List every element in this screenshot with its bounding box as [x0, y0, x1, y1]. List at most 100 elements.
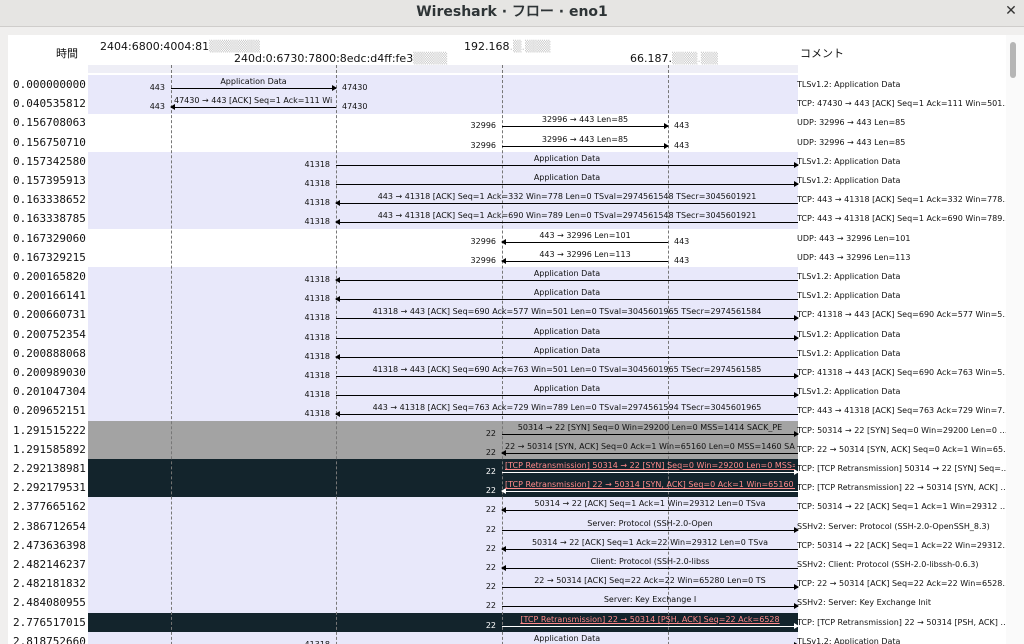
host-address: 192.168 — [464, 40, 510, 53]
flow-arrow[interactable] — [335, 411, 798, 418]
node-line — [171, 65, 173, 644]
destination-port: 41318 — [304, 217, 330, 227]
arrow-label: Client: Protocol (SSH-2.0-libss — [590, 557, 710, 566]
flow-arrow[interactable] — [171, 85, 337, 91]
destination-port: 41318 — [304, 409, 330, 419]
destination-port: 22 — [485, 543, 496, 553]
host-address: 66.187. — [630, 52, 672, 65]
arrow-label: [TCP Retransmission] 22 → 50314 [SYN, AC… — [505, 480, 795, 490]
flow-arrow[interactable] — [501, 565, 798, 571]
flow-arrow[interactable] — [336, 315, 799, 322]
arrow-label: 443 → 41318 [ACK] Seq=1 Ack=690 Win=789 … — [377, 211, 757, 221]
flow-arrow[interactable] — [501, 449, 798, 456]
arrow-label: 443 → 41318 [ACK] Seq=763 Ack=729 Win=78… — [372, 403, 762, 413]
time-cell: 0.157342580 — [13, 154, 86, 168]
flow-arrow[interactable] — [335, 219, 798, 226]
source-port: 32996 — [470, 121, 496, 131]
comment-cell: TCP: 443 → 41318 [ACK] Seq=1 Ack=690 Win… — [797, 214, 1006, 224]
destination-port: 41318 — [304, 198, 330, 208]
comment-cell: TCP: 443 → 41318 [ACK] Seq=763 Ack=729 W… — [797, 406, 1006, 416]
flow-arrow[interactable] — [502, 526, 799, 533]
source-port: 41318 — [304, 390, 330, 400]
comment-cell: TLSv1.2: Application Data — [797, 176, 901, 185]
time-cell: 0.200660731 — [13, 308, 86, 322]
destination-port: 22 — [485, 447, 496, 457]
flow-arrow[interactable] — [170, 104, 336, 111]
flow-arrow[interactable] — [502, 622, 799, 629]
arrow-label: 47430 → 443 [ACK] Seq=1 Ack=111 Win… — [174, 96, 333, 106]
flow-arrow[interactable] — [335, 277, 798, 283]
flow-arrow[interactable] — [502, 469, 799, 475]
flow-arrow[interactable] — [502, 584, 799, 591]
comment-cell: TCP: 50314 → 22 [SYN] Seq=0 Win=29200 Le… — [797, 425, 1006, 435]
comment-cell: TLSv1.2: Application Data — [797, 636, 901, 644]
time-cell: 2.482181832 — [13, 577, 86, 591]
flow-arrow[interactable] — [336, 334, 799, 341]
flow-arrow[interactable] — [336, 392, 799, 399]
comment-cell: TCP: [TCP Retransmission] 22 → 50314 [PS… — [797, 617, 1006, 627]
comment-column-header: コメント — [800, 47, 844, 60]
time-cell: 2.386712654 — [13, 519, 86, 533]
flow-graph[interactable]: 時間 2404:6800:4004:81▒▒▒▒▒▒ 240d:0:6730:780… — [8, 35, 1006, 644]
comment-cell: TCP: 47430 → 443 [ACK] Seq=1 Ack=111 Win… — [797, 99, 1006, 109]
flow-arrow[interactable] — [336, 373, 799, 379]
window-title: Wireshark · フロー · eno1 — [416, 4, 608, 20]
time-cell: 2.377665162 — [13, 500, 86, 514]
row-band — [88, 113, 798, 133]
flow-arrow[interactable] — [501, 238, 668, 245]
source-port: 41318 — [304, 371, 330, 380]
flow-arrow[interactable] — [502, 603, 799, 610]
source-port: 41318 — [304, 159, 330, 169]
comment-cell: UDP: 443 → 32996 Len=113 — [797, 252, 911, 262]
arrow-label: Application Data — [533, 288, 601, 298]
arrow-label: Application Data — [533, 384, 601, 394]
flow-arrow[interactable] — [335, 296, 798, 303]
host-header: 240d:0:6730:7800:8edc:d4ff:fe3▒▒▒▒ — [234, 52, 447, 65]
arrow-label: Application Data — [533, 345, 601, 355]
scrollbar-thumb[interactable] — [1010, 42, 1016, 78]
flow-arrow[interactable] — [336, 161, 799, 168]
destination-port: 41318 — [304, 275, 330, 284]
flow-arrow[interactable] — [501, 507, 798, 514]
graph-top-strip — [88, 65, 798, 73]
destination-port: 22 — [485, 505, 496, 515]
flow-arrow[interactable] — [335, 200, 798, 207]
arrow-label: 443 → 32996 Len=101 — [539, 230, 631, 240]
source-port: 443 — [674, 255, 690, 265]
title-bar: Wireshark · フロー · eno1 ✕ — [0, 0, 1024, 27]
flow-arrow[interactable] — [501, 545, 798, 552]
arrow-label: 50314 → 22 [SYN] Seq=0 Win=29200 Len=0 M… — [517, 422, 783, 432]
comment-cell: TCP: 22 → 50314 [SYN, ACK] Seq=0 Ack=1 W… — [797, 444, 1006, 454]
flow-arrow[interactable] — [501, 257, 668, 264]
time-cell: 0.200165820 — [13, 270, 86, 283]
destination-port: 41318 — [304, 294, 330, 304]
flow-arrow[interactable] — [336, 181, 799, 187]
time-cell: 0.157395913 — [13, 174, 86, 187]
flow-arrow[interactable] — [335, 353, 798, 360]
comment-cell: SSHv2: Server: Protocol (SSH-2.0-OpenSSH… — [797, 521, 990, 531]
destination-port: 443 — [674, 121, 690, 131]
vertical-scrollbar[interactable] — [1006, 35, 1024, 644]
flow-arrow[interactable] — [501, 488, 798, 495]
arrow-label: 50314 → 22 [ACK] Seq=1 Ack=1 Win=29312 L… — [534, 499, 766, 509]
flow-arrow[interactable] — [502, 123, 669, 130]
arrow-label: Application Data — [533, 173, 601, 182]
flow-arrow[interactable] — [502, 142, 669, 149]
time-cell: 0.200888068 — [13, 346, 86, 360]
close-button[interactable]: ✕ — [998, 0, 1024, 22]
source-port: 443 — [674, 236, 690, 246]
time-cell: 0.040535812 — [13, 97, 86, 111]
destination-port: 443 — [149, 102, 165, 112]
destination-port: 41318 — [304, 351, 330, 361]
flow-arrow[interactable] — [502, 430, 799, 437]
row-band — [88, 248, 798, 268]
host-header: 192.168.▒.▒▒▒ — [464, 40, 550, 53]
comment-cell: TLSv1.2: Application Data — [797, 329, 901, 339]
comment-cell: TCP: 50314 → 22 [ACK] Seq=1 Ack=1 Win=29… — [797, 502, 1006, 512]
time-cell: 2.292138981 — [13, 462, 86, 475]
source-port: 41318 — [304, 332, 330, 342]
comment-cell: TCP: 41318 → 443 [ACK] Seq=690 Ack=577 W… — [797, 310, 1006, 320]
source-port: 47430 — [342, 102, 368, 112]
comment-cell: TLSv1.2: Application Data — [797, 387, 901, 397]
source-port: 41318 — [305, 640, 330, 644]
